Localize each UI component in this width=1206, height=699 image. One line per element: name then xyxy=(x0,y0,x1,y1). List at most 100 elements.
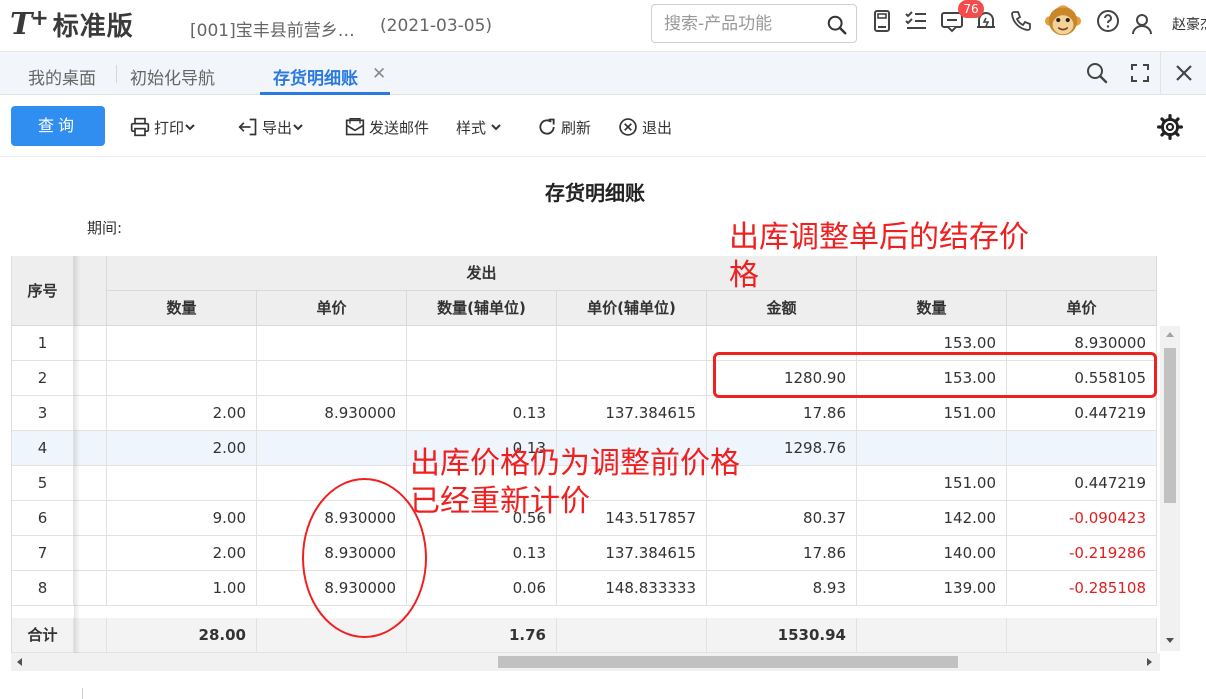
bottom-divider xyxy=(82,688,83,699)
print-button[interactable]: 打印 xyxy=(130,116,200,138)
table-cell[interactable]: 8.93 xyxy=(707,571,857,606)
scroll-down-icon[interactable] xyxy=(1166,638,1174,643)
refresh-icon xyxy=(539,118,555,135)
style-button[interactable]: 样式 xyxy=(456,116,506,138)
row-index[interactable]: 6 xyxy=(12,501,74,536)
total-cell: 28.00 xyxy=(107,618,257,653)
column-header[interactable]: 数量 xyxy=(107,291,257,326)
fullscreen-icon[interactable] xyxy=(1128,61,1152,85)
table-cell[interactable]: -0.219286 xyxy=(1007,536,1157,571)
search-box[interactable] xyxy=(651,4,857,43)
table-cell[interactable]: 140.00 xyxy=(857,536,1007,571)
table-cell[interactable] xyxy=(257,361,407,396)
row-index[interactable]: 7 xyxy=(12,536,74,571)
vertical-scrollbar[interactable] xyxy=(1160,326,1180,651)
table-cell[interactable] xyxy=(557,361,707,396)
table-cell[interactable]: 2.00 xyxy=(107,536,257,571)
refresh-button[interactable]: 刷新 xyxy=(537,116,591,138)
tab-tools-divider xyxy=(1160,52,1161,95)
table-cell[interactable]: 2.00 xyxy=(107,431,257,466)
tab-my-desktop[interactable]: 我的桌面 xyxy=(28,64,96,89)
table-cell[interactable] xyxy=(107,361,257,396)
table-cell[interactable]: 17.86 xyxy=(707,536,857,571)
table-cell[interactable]: 0.447219 xyxy=(1007,466,1157,501)
column-header[interactable]: 数量 xyxy=(857,291,1007,326)
table-cell[interactable]: 8.930000 xyxy=(257,396,407,431)
row-index[interactable]: 3 xyxy=(12,396,74,431)
table-cell[interactable]: 139.00 xyxy=(857,571,1007,606)
row-index[interactable]: 5 xyxy=(12,466,74,501)
table-cell[interactable] xyxy=(257,326,407,361)
gear-icon[interactable] xyxy=(1157,114,1183,140)
search-icon[interactable] xyxy=(1085,61,1109,85)
monkey-avatar-icon[interactable] xyxy=(1044,2,1082,40)
scroll-up-icon[interactable] xyxy=(1166,332,1174,337)
table-cell[interactable]: 0.13 xyxy=(407,536,557,571)
table-cell[interactable]: 2.00 xyxy=(107,396,257,431)
tab-inventory-ledger[interactable]: 存货明细账 xyxy=(273,64,358,89)
row-index[interactable]: 2 xyxy=(12,361,74,396)
scroll-left-icon[interactable] xyxy=(17,658,22,666)
send-email-button[interactable]: 发送邮件 xyxy=(345,116,429,138)
total-cell: 1530.94 xyxy=(707,618,857,653)
table-cell[interactable]: 9.00 xyxy=(107,501,257,536)
phone-icon[interactable] xyxy=(1009,9,1033,33)
export-button[interactable]: 导出 xyxy=(238,116,308,138)
search-icon[interactable] xyxy=(826,14,848,36)
table-cell[interactable] xyxy=(1007,431,1157,466)
help-icon[interactable] xyxy=(1096,9,1120,33)
search-input[interactable] xyxy=(664,13,824,35)
user-icon[interactable] xyxy=(1130,12,1154,36)
table-cell[interactable] xyxy=(557,326,707,361)
table-cell[interactable]: -0.090423 xyxy=(1007,501,1157,536)
table-cell[interactable]: 137.384615 xyxy=(557,396,707,431)
table-cell[interactable]: 142.00 xyxy=(857,501,1007,536)
scroll-right-icon[interactable] xyxy=(1147,658,1152,666)
table-cell[interactable]: 0.447219 xyxy=(1007,396,1157,431)
row-index[interactable]: 1 xyxy=(12,326,74,361)
checklist-icon[interactable] xyxy=(904,9,928,33)
table-cell[interactable]: -0.285108 xyxy=(1007,571,1157,606)
table-cell[interactable]: 148.833333 xyxy=(557,571,707,606)
table-cell[interactable]: 17.86 xyxy=(707,396,857,431)
column-header[interactable]: 单价(辅单位) xyxy=(557,291,707,326)
column-header[interactable]: 单价 xyxy=(257,291,407,326)
table-cell[interactable] xyxy=(107,326,257,361)
toolbar: 查询 打印 导出 发送邮件 样式 刷新 退出 xyxy=(0,95,1206,157)
table-cell[interactable] xyxy=(407,326,557,361)
column-header[interactable]: 数量(辅单位) xyxy=(407,291,557,326)
table-cell[interactable]: 0.06 xyxy=(407,571,557,606)
table-cell[interactable]: 151.00 xyxy=(857,396,1007,431)
calculator-icon[interactable] xyxy=(870,9,894,33)
table-cell[interactable] xyxy=(407,361,557,396)
row-index[interactable]: 4 xyxy=(12,431,74,466)
username[interactable]: 赵豪杰 xyxy=(1172,14,1206,34)
chevron-down-icon xyxy=(293,124,303,131)
annotation-outbound-line2: 已经重新计价 xyxy=(410,484,590,519)
table-cell[interactable] xyxy=(257,431,407,466)
table-cell[interactable]: 151.00 xyxy=(857,466,1007,501)
print-label: 打印 xyxy=(154,118,185,137)
table-cell[interactable]: 0.13 xyxy=(407,396,557,431)
annotation-balance-price: 出库调整单后的结存价 格 xyxy=(729,219,1029,295)
exit-button[interactable]: 退出 xyxy=(618,116,672,138)
app-logo[interactable]: T + 标准版 xyxy=(10,6,134,42)
annotation-highlight-box xyxy=(713,352,1157,398)
column-header[interactable]: 单价 xyxy=(1007,291,1157,326)
table-cell[interactable]: 137.384615 xyxy=(557,536,707,571)
column-header[interactable]: 金额 xyxy=(707,291,857,326)
close-icon[interactable] xyxy=(1172,61,1196,85)
account-name[interactable]: [001]宝丰县前营乡… xyxy=(190,16,355,41)
close-tab-icon[interactable]: ✕ xyxy=(372,64,386,84)
tab-init-navigation[interactable]: 初始化导航 xyxy=(130,64,215,89)
vertical-scroll-thumb[interactable] xyxy=(1164,348,1176,503)
horizontal-scrollbar[interactable] xyxy=(11,653,1160,671)
table-cell[interactable] xyxy=(857,431,1007,466)
bottom-strip xyxy=(0,684,1206,699)
row-index[interactable]: 8 xyxy=(12,571,74,606)
column-header-index[interactable]: 序号 xyxy=(12,256,74,326)
query-button[interactable]: 查询 xyxy=(11,106,105,146)
table-cell[interactable]: 1.00 xyxy=(107,571,257,606)
horizontal-scroll-thumb[interactable] xyxy=(498,656,958,668)
table-cell[interactable] xyxy=(107,466,257,501)
